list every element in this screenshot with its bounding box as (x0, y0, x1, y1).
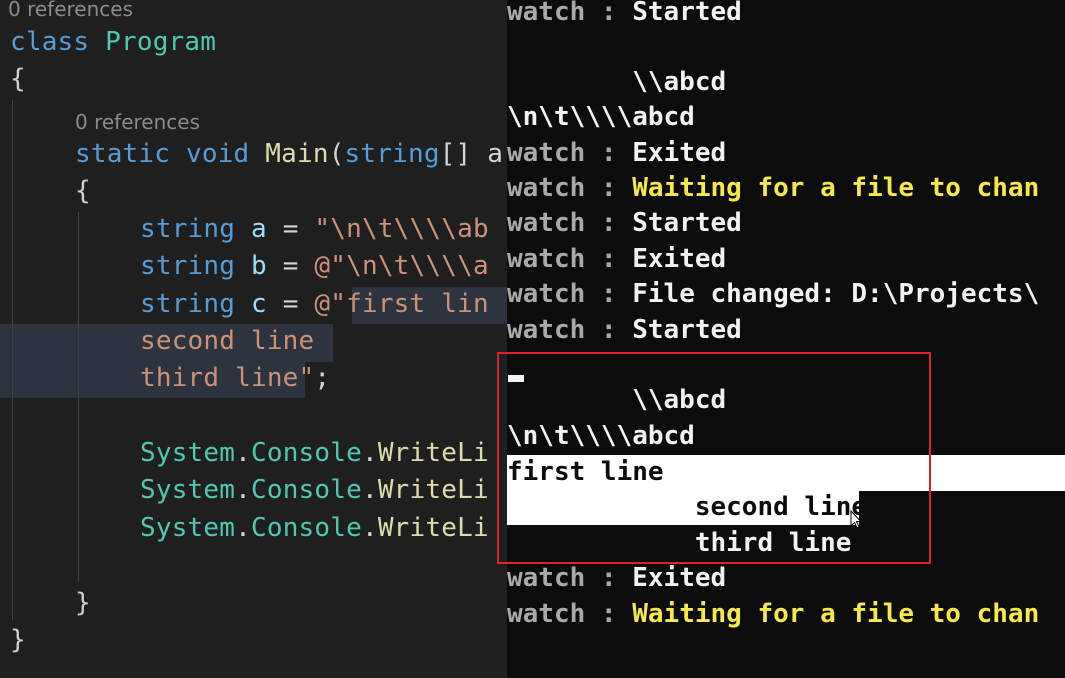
watch-prefix: watch : (507, 138, 633, 168)
code-line-brace: { (75, 173, 91, 210)
operator: = (266, 214, 315, 244)
class-name: System (140, 475, 236, 505)
indent-guide (12, 100, 13, 620)
mouse-pointer-icon (850, 510, 862, 529)
brace: { (75, 176, 91, 206)
watch-prefix: watch : (507, 173, 633, 203)
console-line: \\abcd (507, 67, 727, 97)
code-line-main-decl: static void Main(string[] a (75, 136, 503, 173)
paren: ( (328, 139, 345, 169)
code-line-console-write: System.Console.WriteLi (140, 435, 489, 472)
string-literal: @"first lin (314, 289, 489, 319)
dot: . (235, 438, 251, 468)
watch-message: Exited (632, 244, 727, 274)
code-line-brace: } (10, 622, 26, 659)
watch-warning: Waiting for a file to chan (632, 173, 1040, 203)
codelens-references[interactable]: 0 references (75, 110, 200, 134)
watch-message: Started (632, 0, 742, 27)
watch-message: File changed: D:\Projects\ (632, 279, 1040, 309)
console-line: watch : Exited (507, 136, 726, 171)
class-name: System (140, 513, 236, 543)
indent-guide (78, 212, 79, 582)
dot: . (361, 475, 378, 505)
string-literal: third line (140, 363, 299, 393)
param-text: [] a (439, 139, 504, 169)
console-line: \n\t\\\\abcd (507, 102, 695, 132)
variable: b (250, 251, 267, 281)
keyword: class (10, 27, 90, 57)
string-literal: second line (140, 326, 315, 356)
method-name: WriteLi (377, 475, 489, 505)
variable: a (250, 214, 267, 244)
console-line: watch : Exited (507, 242, 726, 277)
code-line-console-write: System.Console.WriteLi (140, 510, 489, 547)
class-name: Console (250, 513, 362, 543)
class-name: Console (250, 438, 362, 468)
watch-prefix: watch : (507, 208, 633, 238)
watch-prefix: watch : (507, 315, 633, 345)
watch-prefix: watch : (507, 0, 633, 27)
code-line-string-c: string c = @"first lin (140, 286, 489, 323)
console-line: watch : Started (507, 206, 742, 241)
code-editor[interactable]: 0 references class Program { 0 reference… (0, 0, 507, 678)
dot: . (361, 513, 378, 543)
code-line-class-decl: class Program (10, 24, 216, 61)
code-line-string-continued: third line"; (140, 360, 330, 397)
watch-prefix: watch : (507, 599, 633, 629)
watch-prefix: watch : (507, 279, 633, 309)
string-quote: " (298, 363, 315, 393)
console-line: watch : File changed: D:\Projects\ (507, 277, 1039, 312)
code-line-console-write: System.Console.WriteLi (140, 472, 489, 509)
brace: } (75, 588, 91, 618)
string-literal: @"\n\t\\\\a (314, 251, 489, 281)
code-line-string-continued: second line (140, 323, 314, 360)
code-line-brace: } (75, 585, 91, 622)
terminal-output[interactable]: watch : Started \\abcd \n\t\\\\abcd watc… (507, 0, 1065, 678)
watch-message: Exited (632, 138, 727, 168)
watch-message: Exited (632, 563, 727, 593)
variable: c (250, 289, 267, 319)
class-name: System (140, 438, 236, 468)
keyword: string (140, 214, 236, 244)
brace: { (10, 64, 26, 94)
keyword: string (140, 251, 236, 281)
dot: . (235, 475, 251, 505)
class-name: Console (250, 475, 362, 505)
dot: . (361, 438, 378, 468)
codelens-references[interactable]: 0 references (8, 0, 133, 21)
keyword: string (140, 289, 236, 319)
operator: = (266, 289, 315, 319)
watch-prefix: watch : (507, 244, 633, 274)
keyword: string (344, 139, 440, 169)
dot: . (235, 513, 251, 543)
class-name: Program (105, 27, 217, 57)
console-line: watch : Waiting for a file to chan (507, 597, 1039, 632)
watch-message: Started (632, 315, 742, 345)
method-name: Main (265, 139, 329, 169)
annotation-highlight-box (497, 352, 931, 564)
watch-prefix: watch : (507, 563, 633, 593)
console-line: watch : Waiting for a file to chan (507, 171, 1039, 206)
console-line: watch : Started (507, 313, 742, 348)
operator: = (266, 251, 315, 281)
console-line: watch : Exited (507, 561, 726, 596)
watch-message: Started (632, 208, 742, 238)
brace: } (10, 625, 26, 655)
method-name: WriteLi (377, 438, 489, 468)
string-literal: "\n\t\\\\ab (314, 214, 489, 244)
method-name: WriteLi (377, 513, 489, 543)
code-line-brace: { (10, 61, 26, 98)
keyword: void (185, 139, 250, 169)
keyword: static (75, 139, 171, 169)
console-line: watch : Started (507, 0, 742, 30)
code-line-string-a: string a = "\n\t\\\\ab (140, 211, 489, 248)
semicolon: ; (314, 363, 331, 393)
code-line-string-b: string b = @"\n\t\\\\a (140, 248, 489, 285)
watch-warning: Waiting for a file to chan (632, 599, 1040, 629)
